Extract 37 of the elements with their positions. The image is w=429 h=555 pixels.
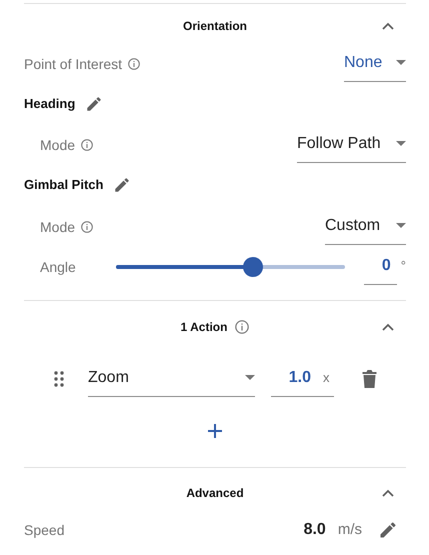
section-title: Advanced (186, 485, 244, 502)
chevron-up-icon[interactable] (382, 20, 394, 32)
field-label: Angle (40, 258, 77, 277)
dropdown[interactable]: Zoom (88, 362, 255, 396)
field-label: Mode (40, 218, 76, 236)
info-icon[interactable] (81, 139, 94, 151)
caret-icon (396, 141, 406, 146)
caret-icon (396, 223, 406, 228)
field-label: Speed (24, 520, 64, 540)
dropdown[interactable]: Custom (325, 210, 406, 244)
info-icon[interactable] (235, 320, 250, 334)
number-field[interactable]: 0 (364, 250, 397, 284)
trash-icon[interactable] (362, 370, 377, 388)
section-title: Orientation (182, 18, 247, 35)
speed-value: 8.0 (304, 520, 326, 540)
drag-handle-icon[interactable] (54, 371, 64, 387)
dropdown[interactable]: None (344, 46, 406, 82)
dropdown[interactable]: Follow Path (297, 128, 406, 162)
info-icon[interactable] (128, 58, 140, 70)
caret-icon (245, 375, 255, 380)
unit-label: m/s (338, 520, 362, 540)
chevron-up-icon[interactable] (382, 487, 394, 499)
caret-icon (396, 60, 406, 65)
pencil-icon[interactable] (85, 95, 104, 113)
pencil-icon[interactable] (113, 176, 132, 194)
subsection-title: Heading (24, 95, 76, 114)
chevron-up-icon[interactable] (382, 321, 394, 333)
add-icon[interactable] (207, 423, 223, 439)
subsection-title: Gimbal Pitch (24, 176, 104, 194)
slider-thumb[interactable] (243, 257, 264, 277)
field-label: Mode (40, 136, 76, 154)
field-label: Point of Interest (24, 54, 122, 74)
pencil-icon[interactable] (378, 520, 398, 540)
number-field[interactable]: 1.0 x (271, 362, 334, 396)
section-title: 1 Action (180, 319, 228, 336)
unit-label: ° (400, 257, 406, 275)
info-icon[interactable] (81, 221, 94, 233)
